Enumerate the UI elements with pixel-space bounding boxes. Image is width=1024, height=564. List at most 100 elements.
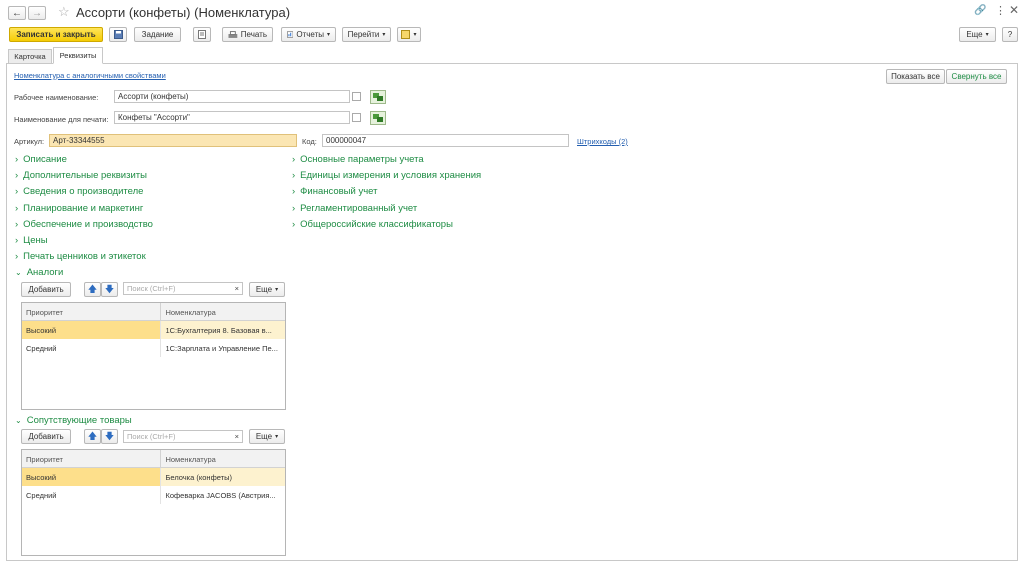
related-move-up-button[interactable]: 🡅 [84,429,101,444]
group-regulated-accounting[interactable]: › Регламентированный учет [292,203,417,214]
related-search-input[interactable]: Поиск (Ctrl+F) × [123,430,243,443]
table-row[interactable]: Высокий Белочка (конфеты) [22,468,285,486]
back-button[interactable]: ← [8,6,26,20]
print-name-field[interactable]: Конфеты "Ассорти" [114,111,350,124]
save-button[interactable] [109,27,127,42]
chevron-right-icon: › [15,251,19,262]
show-all-button[interactable]: Показать все [886,69,945,84]
print-name-label: Наименование для печати: [14,115,109,124]
group-financial-accounting[interactable]: › Финансовый учет [292,186,377,197]
table-row[interactable]: Высокий 1С:Бухгалтерия 8. Базовая в... [22,321,285,339]
group-planning-marketing[interactable]: › Планирование и маркетинг [15,203,143,214]
analogs-header[interactable]: ⌄ Аналоги [15,267,63,278]
link-icon[interactable]: 🔗 [974,5,986,16]
column-nomenclature[interactable]: Номенклатура [161,303,285,320]
code-field[interactable]: 000000047 [322,134,569,147]
attachment-icon [401,30,411,39]
analogs-move-up-button[interactable]: 🡅 [84,282,101,297]
analogs-search-input[interactable]: Поиск (Ctrl+F) × [123,282,243,295]
analogs-add-button[interactable]: Добавить [21,282,71,297]
translate-button[interactable] [370,90,386,104]
analog-properties-link[interactable]: Номенклатура с аналогичными свойствами [14,71,166,80]
group-classifiers[interactable]: › Общероссийские классификаторы [292,219,453,230]
more-button[interactable]: Еще ▾ [959,27,996,42]
arrow-left-icon: ← [12,7,22,19]
chevron-down-icon: ⌄ [15,268,22,277]
chevron-right-icon: › [15,219,19,230]
related-add-button[interactable]: Добавить [21,429,71,444]
group-additional-requisites[interactable]: › Дополнительные реквизиты [15,170,147,181]
chevron-right-icon: › [292,203,296,214]
related-header[interactable]: ⌄ Сопутствующие товары [15,415,132,426]
table-row[interactable]: Средний 1С:Зарплата и Управление Пе... [22,339,285,357]
group-accounting-params[interactable]: › Основные параметры учета [292,154,424,165]
chevron-right-icon: › [15,170,19,181]
barcodes-link[interactable]: Штрихкоды (2) [577,137,628,146]
dropdown-arrow-icon: ▾ [275,287,279,293]
group-prices[interactable]: › Цены [15,235,48,246]
translate-icon [373,93,383,101]
analogs-more-button[interactable]: Еще ▾ [249,282,285,297]
page-title: Ассорти (конфеты) (Номенклатура) [76,5,291,20]
group-manufacturer-info[interactable]: › Сведения о производителе [15,186,143,197]
work-name-label: Рабочее наименование: [14,93,99,102]
floppy-icon [113,30,123,39]
kebab-menu-icon[interactable]: ⋮ [995,4,1006,17]
chevron-right-icon: › [15,186,19,197]
arrow-up-icon: 🡅 [87,430,98,441]
column-nomenclature[interactable]: Номенклатура [161,450,285,467]
help-button[interactable]: ? [1002,27,1018,42]
tab-card[interactable]: Карточка [8,49,52,63]
arrow-up-icon: 🡅 [87,283,98,294]
task-button[interactable]: Задание [134,27,181,42]
printer-icon [228,30,238,38]
work-name-field[interactable]: Ассорти (конфеты) [114,90,350,103]
collapse-all-button[interactable]: Свернуть все [946,69,1007,84]
chevron-right-icon: › [292,186,296,197]
favorite-star-icon[interactable]: ☆ [58,4,70,20]
chevron-right-icon: › [292,219,296,230]
group-units-storage[interactable]: › Единицы измерения и условия хранения [292,170,481,181]
arrow-down-icon: 🡇 [104,430,115,441]
group-print-labels[interactable]: › Печать ценников и этикеток [15,251,146,262]
article-label: Артикул: [14,137,45,146]
dropdown-arrow-icon: ▾ [275,434,279,440]
chevron-down-icon: ⌄ [15,416,22,425]
dropdown-arrow-icon: ▾ [382,32,386,38]
open-field-icon[interactable] [352,92,361,101]
chevron-right-icon: › [15,154,19,165]
column-priority[interactable]: Приоритет [22,303,162,320]
dropdown-arrow-icon: ▾ [985,32,989,38]
arrow-down-icon: 🡇 [104,283,115,294]
close-icon[interactable]: ✕ [1009,3,1019,17]
group-supply-production[interactable]: › Обеспечение и производство [15,219,153,230]
group-description[interactable]: › Описание [15,154,67,165]
tab-requisites[interactable]: Реквизиты [53,47,103,64]
article-field[interactable]: Арт-33344555 [49,134,297,147]
related-table[interactable]: Приоритет Номенклатура Высокий Белочка (… [21,449,286,556]
code-label: Код: [302,137,317,146]
dropdown-arrow-icon: ▾ [413,32,417,38]
list-button[interactable] [193,27,211,42]
goto-button[interactable]: Перейти ▾ [342,27,391,42]
related-more-button[interactable]: Еще ▾ [249,429,285,444]
analogs-table[interactable]: Приоритет Номенклатура Высокий 1С:Бухгал… [21,302,286,410]
arrow-right-icon: → [32,7,42,19]
translate-button[interactable] [370,111,386,125]
analogs-move-down-button[interactable]: 🡇 [101,282,118,297]
chevron-right-icon: › [292,170,296,181]
related-move-down-button[interactable]: 🡇 [101,429,118,444]
table-row[interactable]: Средний Кофеварка JACOBS (Австрия... [22,486,285,504]
forward-button[interactable]: → [28,6,46,20]
reports-button[interactable]: Отчеты ▾ [281,27,336,42]
table-header: Приоритет Номенклатура [22,450,285,468]
attach-button[interactable]: ▾ [397,27,421,42]
print-button[interactable]: Печать [222,27,273,42]
clear-icon[interactable]: × [235,431,239,442]
column-priority[interactable]: Приоритет [22,450,162,467]
save-and-close-button[interactable]: Записать и закрыть [9,27,103,42]
clear-icon[interactable]: × [235,283,239,294]
chevron-right-icon: › [15,203,19,214]
open-field-icon[interactable] [352,113,361,122]
translate-icon [373,114,383,122]
